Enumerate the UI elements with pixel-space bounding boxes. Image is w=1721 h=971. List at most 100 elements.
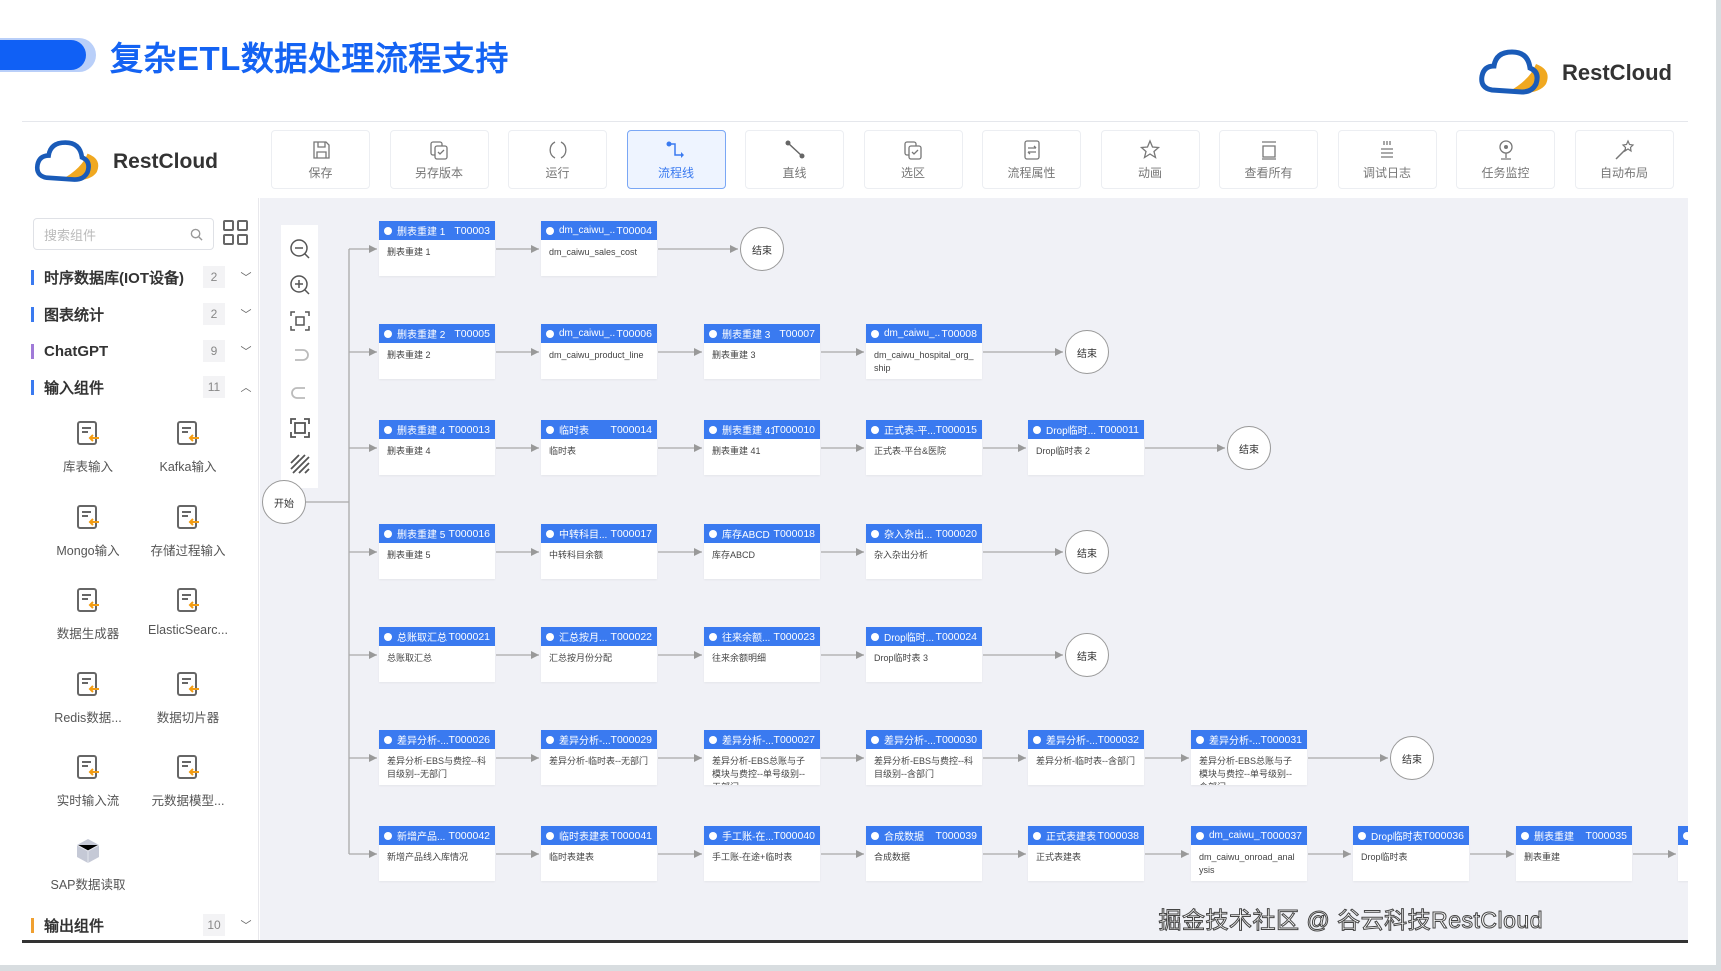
- chevron-down-icon[interactable]: ﹀: [239, 306, 253, 322]
- component-item[interactable]: 存储过程输入: [138, 502, 238, 559]
- flow-node[interactable]: 差异分析-... T000027 差异分析-EBS总账与子模块与费控--单号级别--…: [704, 730, 820, 785]
- flow-node[interactable]: 差异分析-... T000031 差异分析-EBS总账与子模块与费控--单号级别--…: [1191, 730, 1307, 785]
- flow-node[interactable]: 差异分析-... T000029 差异分析-临时表--无部门: [541, 730, 657, 785]
- component-item[interactable]: Redis数据...: [38, 669, 138, 726]
- node-header: 临时表 T000014: [541, 420, 657, 439]
- flow-node[interactable]: 新增产品... T000042 新增产品线入库情况: [379, 826, 495, 881]
- component-item[interactable]: ElasticSearc...: [138, 585, 238, 637]
- category-sidebar.categories.2[interactable]: ChatGPT 9 ﹀: [31, 339, 253, 363]
- node-id: T000039: [935, 829, 977, 842]
- flow-node[interactable]: 杂入杂出... T000020 杂入杂出分析: [866, 524, 982, 579]
- flow-canvas[interactable]: 开始 删表重建 1 T00003 删表重建 1 dm_caiwu_... T00004 dm…: [260, 198, 1688, 940]
- toolbar-button-run[interactable]: 运行: [508, 130, 607, 189]
- end-node[interactable]: 结束: [1065, 530, 1109, 574]
- toolbar-button-monitor[interactable]: 任务监控: [1456, 130, 1555, 189]
- toolbar-button-label: 流程属性: [1007, 165, 1056, 180]
- search-icon[interactable]: [190, 228, 203, 241]
- flow-node[interactable]: 正式表-平... T000015 正式表-平台&医院: [866, 420, 982, 475]
- brand-name: RestCloud: [1562, 60, 1672, 85]
- fit-center-icon[interactable]: [289, 310, 311, 332]
- flow-node[interactable]: 库存ABCD T000018 库存ABCD: [704, 524, 820, 579]
- fullscreen-icon[interactable]: [289, 417, 311, 439]
- component-item[interactable]: 数据切片器: [138, 669, 238, 726]
- component-item[interactable]: Mongo输入: [38, 502, 138, 559]
- category-sidebar.categories.0[interactable]: 时序数据库(IOT设备) 2 ﹀: [31, 265, 253, 289]
- flow-node[interactable]: dm_caiwu_... T00006 dm_caiwu_product_line: [541, 324, 657, 379]
- arrow-head-icon: [369, 754, 377, 762]
- flow-node[interactable]: 汇总按月... T000022 汇总按月份分配: [541, 627, 657, 682]
- flow-node[interactable]: 删表重建 41 T000010 删表重建 41: [704, 420, 820, 475]
- component-label: 元数据模型...: [151, 794, 225, 808]
- zoom-out-icon[interactable]: [289, 238, 311, 260]
- flow-node[interactable]: dm_caiwu_... T00008 dm_caiwu_hospital_org_…: [866, 324, 982, 379]
- flow-node[interactable]: 删表重建 1 T00003 删表重建 1: [379, 221, 495, 276]
- start-node[interactable]: 开始: [262, 480, 306, 524]
- flow-node[interactable]: Drop临时... T000011 Drop临时表 2: [1028, 420, 1144, 475]
- node-title: 删表重建 1: [397, 227, 446, 238]
- flow-node[interactable]: 删表重建 T000035 删表重建: [1516, 826, 1632, 881]
- node-title: dm_caiwu_...: [884, 328, 942, 339]
- chevron-down-icon[interactable]: ﹀: [239, 917, 253, 933]
- flow-node[interactable]: 临时表 T000014 临时表: [541, 420, 657, 475]
- component-item[interactable]: 数据生成器: [38, 585, 138, 642]
- node-type-icon: [709, 329, 717, 338]
- toolbar-button-copy[interactable]: 另存版本: [389, 130, 489, 189]
- flow-node[interactable]: 合成数据 T000039 合成数据: [866, 826, 982, 881]
- component-item[interactable]: SAP数据读取: [38, 836, 138, 893]
- component-item[interactable]: 元数据模型...: [138, 752, 238, 809]
- flow-node[interactable]: 删表重建 5 T000016 删表重建 5: [379, 524, 495, 579]
- category-sidebar.categories.3[interactable]: 输入组件 11 ︿: [31, 375, 253, 399]
- flow-node[interactable]: dm_caiwu_...T000037 dm_caiwu_onroad_analy…: [1191, 826, 1307, 881]
- arrow-head-icon: [1181, 754, 1189, 762]
- category-sidebar.categories.1[interactable]: 图表统计 2 ﹀: [31, 302, 253, 326]
- flow-node[interactable]: 删表重建 3 T00007 删表重建 3: [704, 324, 820, 379]
- grid-toggle-icon[interactable]: [289, 453, 311, 475]
- toolbar-button-save[interactable]: 保存: [271, 130, 370, 189]
- undo-icon[interactable]: [289, 345, 311, 367]
- flow-node[interactable]: 正式表建表 T000038 正式表建表: [1028, 826, 1144, 881]
- grid-view-icon[interactable]: [223, 220, 248, 245]
- arrow-head-icon: [531, 245, 539, 253]
- end-node[interactable]: 结束: [1227, 426, 1271, 470]
- toolbar-button-magic-wand[interactable]: 自动布局: [1574, 130, 1674, 189]
- flow-node[interactable]: 删表重建 2 T00005 删表重建 2: [379, 324, 495, 379]
- flow-node[interactable]: 总账取汇总 T000021 总账取汇总: [379, 627, 495, 682]
- component-item[interactable]: Kafka输入: [138, 418, 238, 475]
- flow-node[interactable]: 删表重建 4 T000013 删表重建 4: [379, 420, 495, 475]
- component-label: 库表输入: [62, 460, 113, 474]
- end-node[interactable]: 结束: [1065, 633, 1109, 677]
- zoom-in-icon[interactable]: [289, 274, 311, 296]
- flow-node[interactable]: 临时表建表 T000041 临时表建表: [541, 826, 657, 881]
- toolbar-button-flow-line[interactable]: 流程线: [626, 130, 726, 189]
- end-node[interactable]: 结束: [740, 227, 784, 271]
- chevron-up-icon[interactable]: ︿: [239, 379, 253, 395]
- node-title: 差异分析-...: [397, 736, 449, 747]
- toolbar-button-selection[interactable]: 选区: [863, 130, 963, 189]
- flow-node[interactable]: [1678, 826, 1688, 881]
- arrow-head-icon: [856, 444, 864, 452]
- chevron-down-icon[interactable]: ﹀: [239, 269, 253, 285]
- redo-icon[interactable]: [289, 381, 311, 403]
- flow-node[interactable]: 手工账-在... T000040 手工账-在途+临时表: [704, 826, 820, 881]
- component-item[interactable]: 实时输入流: [38, 752, 138, 809]
- flow-node[interactable]: 中转科目... T000017 中转科目余额: [541, 524, 657, 579]
- chevron-down-icon[interactable]: ﹀: [239, 343, 253, 359]
- end-node[interactable]: 结束: [1065, 330, 1109, 374]
- category-sidebar.output_category[interactable]: 输出组件 10 ﹀: [31, 913, 253, 937]
- toolbar-button-log[interactable]: 调试日志: [1337, 130, 1437, 189]
- toolbar-button-label: 保存: [308, 165, 333, 180]
- flow-node[interactable]: 差异分析-... T000032 差异分析-临时表--含部门: [1028, 730, 1144, 785]
- flow-node[interactable]: 差异分析-... T000026 差异分析-EBS与费控--科目级别--无部门: [379, 730, 495, 785]
- toolbar-button-view-all[interactable]: 查看所有: [1219, 130, 1318, 189]
- flow-node[interactable]: Drop临时... T000024 Drop临时表 3: [866, 627, 982, 682]
- toolbar-button-properties[interactable]: 流程属性: [982, 130, 1081, 189]
- search-input[interactable]: 搜索组件: [33, 218, 214, 250]
- flow-node[interactable]: dm_caiwu_... T00004 dm_caiwu_sales_cost: [541, 221, 657, 276]
- flow-node[interactable]: 差异分析-... T000030 差异分析-EBS与费控--科目级别--含部门: [866, 730, 982, 785]
- toolbar-button-star[interactable]: 动画: [1100, 130, 1200, 189]
- flow-node[interactable]: Drop临时表 T000036 Drop临时表: [1353, 826, 1469, 881]
- end-node[interactable]: 结束: [1390, 736, 1434, 780]
- toolbar-button-straight-line[interactable]: 直线: [745, 130, 844, 189]
- component-item[interactable]: 库表输入: [38, 418, 138, 475]
- flow-node[interactable]: 往来余额... T000023 往来余额明细: [704, 627, 820, 682]
